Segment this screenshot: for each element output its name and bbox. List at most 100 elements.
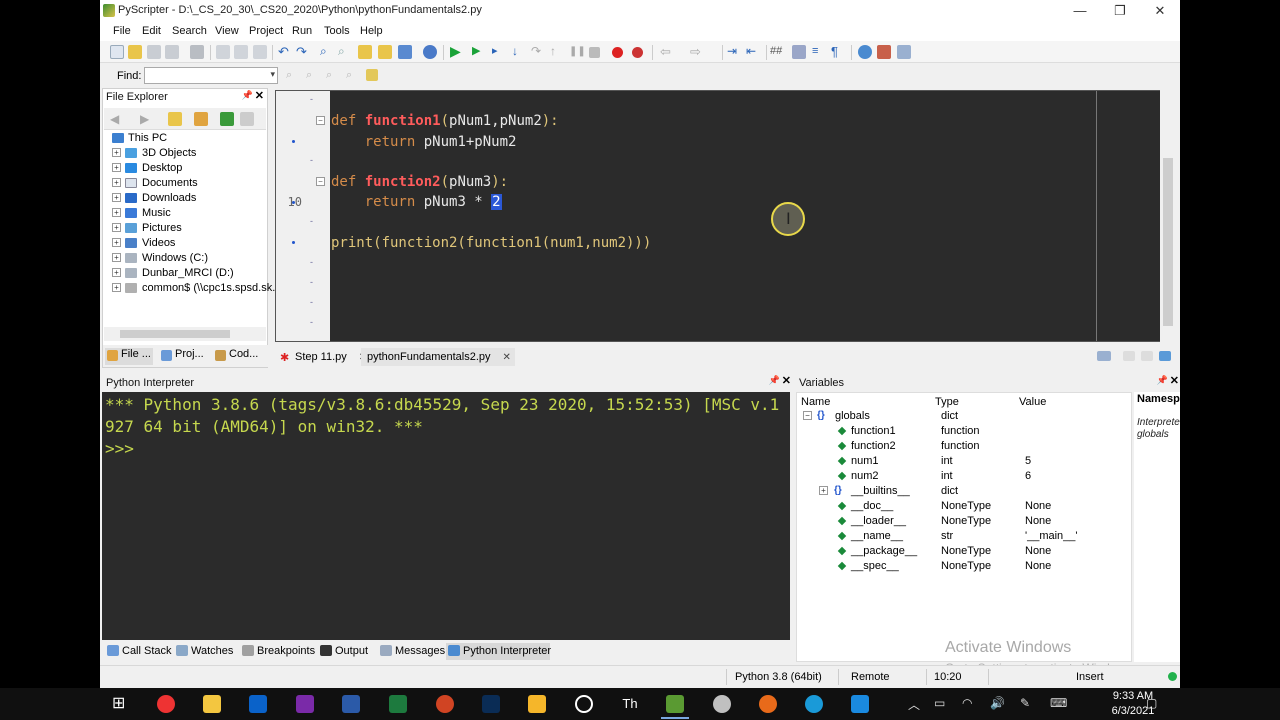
tab-messages[interactable]: Messages: [378, 643, 445, 660]
step-into-icon[interactable]: ↓: [512, 45, 526, 59]
undo-icon[interactable]: ↶: [278, 45, 292, 59]
code-line[interactable]: print(function2(function1(num1,num2))): [331, 233, 651, 253]
minimize-button[interactable]: —: [1062, 2, 1098, 20]
pin-icon[interactable]: 📌: [242, 90, 253, 101]
expand-icon[interactable]: +: [819, 486, 828, 495]
editor-vertical-scrollbar[interactable]: [1160, 90, 1176, 342]
line-numbers-icon[interactable]: [792, 45, 806, 59]
chrome-icon[interactable]: [157, 695, 175, 713]
cortana-icon[interactable]: [575, 695, 593, 713]
word-icon[interactable]: [342, 695, 360, 713]
variable-row[interactable]: __spec__ NoneType None: [797, 559, 1131, 574]
debug-icon[interactable]: ▶: [472, 45, 486, 59]
print-icon[interactable]: [190, 45, 204, 59]
python-version-icon[interactable]: [858, 45, 872, 59]
redo-icon[interactable]: ↷: [296, 45, 310, 59]
wifi-icon[interactable]: ◠: [962, 696, 972, 710]
variable-row[interactable]: +{} __builtins__ dict: [797, 484, 1131, 499]
tab-code-explorer[interactable]: Cod...: [213, 348, 258, 365]
match-case-icon[interactable]: ⌕: [346, 69, 360, 83]
battery-icon[interactable]: ▭: [934, 696, 945, 710]
chevron-down-icon[interactable]: ▾: [270, 69, 275, 80]
maximize-button[interactable]: ❐: [1102, 2, 1138, 20]
folder-up-icon[interactable]: [168, 112, 182, 126]
find-input[interactable]: ▾: [144, 67, 278, 84]
variable-row[interactable]: __loader__ NoneType None: [797, 514, 1131, 529]
favorites-icon[interactable]: [194, 112, 208, 126]
highlight-icon[interactable]: ⌕: [326, 69, 340, 83]
engine-status[interactable]: Remote: [851, 671, 890, 683]
collapse-icon[interactable]: −: [803, 411, 812, 420]
syntax-check-icon[interactable]: [423, 45, 437, 59]
menu-project[interactable]: Project: [249, 25, 283, 37]
copy-icon[interactable]: [234, 45, 248, 59]
comment-icon[interactable]: ##: [770, 45, 784, 59]
fold-icon[interactable]: −: [316, 177, 325, 186]
code-editor[interactable]: - − - − 10 - - - - - def function1(pNum1…: [275, 90, 1176, 342]
layout-icon[interactable]: [877, 45, 891, 59]
tab-file-explorer[interactable]: File ...: [105, 348, 153, 365]
variable-row[interactable]: __name__ str '__main__': [797, 529, 1131, 544]
file-explorer-icon[interactable]: [203, 695, 221, 713]
save-all-icon[interactable]: [165, 45, 179, 59]
step-out-icon[interactable]: ↑: [550, 45, 564, 59]
variable-row[interactable]: num2 int 6: [797, 469, 1131, 484]
back-icon[interactable]: ⇦: [660, 45, 674, 59]
run-to-cursor-icon[interactable]: ▸: [492, 45, 506, 59]
expand-icon[interactable]: +: [112, 268, 121, 277]
word-wrap-icon[interactable]: ≡: [812, 45, 826, 59]
expand-icon[interactable]: +: [112, 238, 121, 247]
pyscripter-taskbar-icon[interactable]: [666, 695, 684, 713]
settings-icon[interactable]: [240, 112, 254, 126]
menu-search[interactable]: Search: [172, 25, 207, 37]
menu-file[interactable]: File: [113, 25, 131, 37]
outlook-icon[interactable]: [249, 695, 267, 713]
keyboard-icon[interactable]: ⌨: [1050, 696, 1067, 710]
expand-icon[interactable]: +: [112, 283, 121, 292]
close-tab-icon[interactable]: ✕: [503, 352, 511, 363]
new-file-icon[interactable]: [110, 45, 124, 59]
tab-call-stack[interactable]: Call Stack: [105, 643, 172, 660]
paste-icon[interactable]: [253, 45, 267, 59]
split-vertical-icon[interactable]: [1141, 351, 1153, 361]
powerpoint-icon[interactable]: [436, 695, 454, 713]
interpreter-console[interactable]: *** Python 3.8.6 (tags/v3.8.6:db45529, S…: [102, 392, 790, 640]
menu-help[interactable]: Help: [360, 25, 383, 37]
pin-icon[interactable]: 📌: [769, 375, 780, 386]
replace-icon[interactable]: [358, 45, 372, 59]
find-in-files-icon[interactable]: [378, 45, 392, 59]
indent-icon[interactable]: ⇥: [727, 45, 741, 59]
search-options-icon[interactable]: [366, 69, 378, 81]
edge-icon[interactable]: [805, 695, 823, 713]
tab-output[interactable]: Output: [318, 643, 368, 660]
menu-tools[interactable]: Tools: [324, 25, 350, 37]
expand-icon[interactable]: +: [112, 178, 121, 187]
tab-step-11[interactable]: ✱Step 11.py✕: [277, 348, 371, 366]
expand-icon[interactable]: +: [112, 208, 121, 217]
sticky-notes-icon[interactable]: [528, 695, 546, 713]
firefox-icon[interactable]: [759, 695, 777, 713]
forward-icon[interactable]: ▶: [140, 112, 154, 126]
code-line[interactable]: return pNum1+pNum2: [331, 132, 517, 152]
expand-icon[interactable]: +: [112, 223, 121, 232]
chevron-up-icon[interactable]: ︿: [908, 696, 920, 713]
excel-icon[interactable]: [389, 695, 407, 713]
view-options-icon[interactable]: [897, 45, 911, 59]
thonny-icon[interactable]: Th: [621, 695, 639, 713]
variable-row[interactable]: −{} globals dict: [797, 409, 1131, 424]
run-icon[interactable]: ▶: [450, 44, 464, 59]
expand-icon[interactable]: +: [112, 163, 121, 172]
photoshop-icon[interactable]: [482, 695, 500, 713]
start-icon[interactable]: ⊞: [112, 695, 130, 713]
horizontal-scrollbar[interactable]: [104, 327, 266, 341]
expand-icon[interactable]: +: [112, 193, 121, 202]
pause-icon[interactable]: ❚❚: [569, 45, 586, 59]
show-special-chars-icon[interactable]: ¶: [831, 45, 845, 59]
tab-python-fundamentals2[interactable]: pythonFundamentals2.py ✕: [361, 348, 515, 366]
stop-icon[interactable]: [589, 47, 600, 58]
variable-row[interactable]: function1 function: [797, 424, 1131, 439]
menu-edit[interactable]: Edit: [142, 25, 161, 37]
python-version-status[interactable]: Python 3.8 (64bit): [735, 671, 822, 683]
code-line[interactable]: def function2(pNum3):: [331, 172, 508, 192]
tab-python-interpreter[interactable]: Python Interpreter: [446, 643, 551, 660]
